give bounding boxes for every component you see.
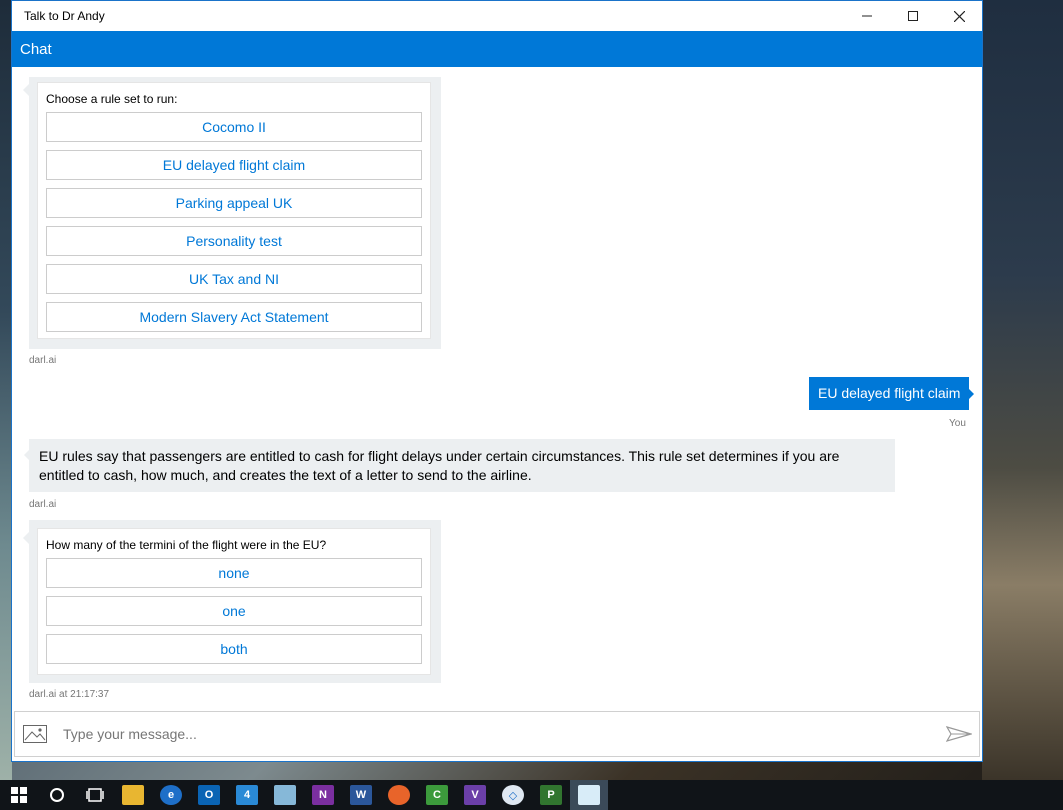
close-icon — [953, 10, 965, 22]
message-input[interactable] — [55, 726, 939, 742]
option-modern-slavery-act-statement-button[interactable]: Modern Slavery Act Statement — [46, 302, 422, 332]
termini-card-tail — [23, 532, 29, 544]
title-bar: Talk to Dr Andy — [12, 1, 982, 31]
user-message-sender: You — [949, 418, 966, 429]
termini-card-sender: darl.ai at 21:17:37 — [29, 689, 110, 700]
option-cocomo-ii-button[interactable]: Cocomo II — [46, 112, 422, 142]
upload-image-button[interactable] — [15, 725, 55, 743]
chat-window: Talk to Dr Andy Chat Choose a rule set t… — [11, 0, 983, 762]
windows-start-icon[interactable] — [0, 780, 38, 810]
project-icon[interactable]: P — [532, 780, 570, 810]
chat-history[interactable]: Choose a rule set to run: Cocomo II EU d… — [12, 67, 982, 711]
maximize-icon — [908, 11, 918, 21]
desktop-background-right — [982, 0, 1063, 780]
file-explorer-icon[interactable] — [114, 780, 152, 810]
rule-card-tail — [23, 84, 29, 96]
option-both-button[interactable]: both — [46, 634, 422, 664]
message-input-bar — [14, 711, 980, 757]
option-eu-delayed-flight-claim-button[interactable]: EU delayed flight claim — [46, 150, 422, 180]
camtasia-icon[interactable]: C — [418, 780, 456, 810]
word-icon[interactable]: W — [342, 780, 380, 810]
visual-studio-icon[interactable]: V — [456, 780, 494, 810]
search-circle-icon[interactable] — [38, 780, 76, 810]
send-button[interactable] — [939, 726, 979, 742]
option-one-button[interactable]: one — [46, 596, 422, 626]
firefox-icon[interactable] — [380, 780, 418, 810]
minimize-button[interactable] — [844, 1, 890, 31]
minimize-icon — [862, 15, 872, 17]
notepad-icon[interactable] — [266, 780, 304, 810]
chat-header: Chat — [12, 31, 982, 67]
option-parking-appeal-uk-button[interactable]: Parking appeal UK — [46, 188, 422, 218]
user-message-tail — [967, 387, 974, 401]
app-icon[interactable]: 4 — [228, 780, 266, 810]
edge-icon[interactable]: e — [152, 780, 190, 810]
remote-icon[interactable]: ◇ — [494, 780, 532, 810]
close-button[interactable] — [936, 1, 982, 31]
outlook-icon[interactable]: O — [190, 780, 228, 810]
rule-card-prompt: Choose a rule set to run: — [46, 92, 178, 106]
termini-card: How many of the termini of the flight we… — [37, 528, 431, 675]
send-icon — [946, 726, 972, 742]
maximize-button[interactable] — [890, 1, 936, 31]
option-uk-tax-and-ni-button[interactable]: UK Tax and NI — [46, 264, 422, 294]
chat-header-title: Chat — [20, 40, 52, 58]
onenote-icon[interactable]: N — [304, 780, 342, 810]
task-view-icon[interactable] — [76, 780, 114, 810]
window-title: Talk to Dr Andy — [24, 9, 105, 23]
termini-card-prompt: How many of the termini of the flight we… — [46, 538, 327, 552]
taskbar: e O 4 N W C V ◇ P — [0, 780, 1063, 810]
chat-app-icon[interactable] — [570, 780, 608, 810]
option-personality-test-button[interactable]: Personality test — [46, 226, 422, 256]
bot-message-bubble: EU rules say that passengers are entitle… — [29, 439, 895, 492]
option-none-button[interactable]: none — [46, 558, 422, 588]
rule-card-sender: darl.ai — [29, 355, 57, 366]
rule-card: Choose a rule set to run: Cocomo II EU d… — [37, 82, 431, 339]
user-message-bubble: EU delayed flight claim — [809, 377, 970, 410]
image-upload-icon — [23, 725, 47, 743]
bot-message-sender: darl.ai — [29, 499, 57, 510]
